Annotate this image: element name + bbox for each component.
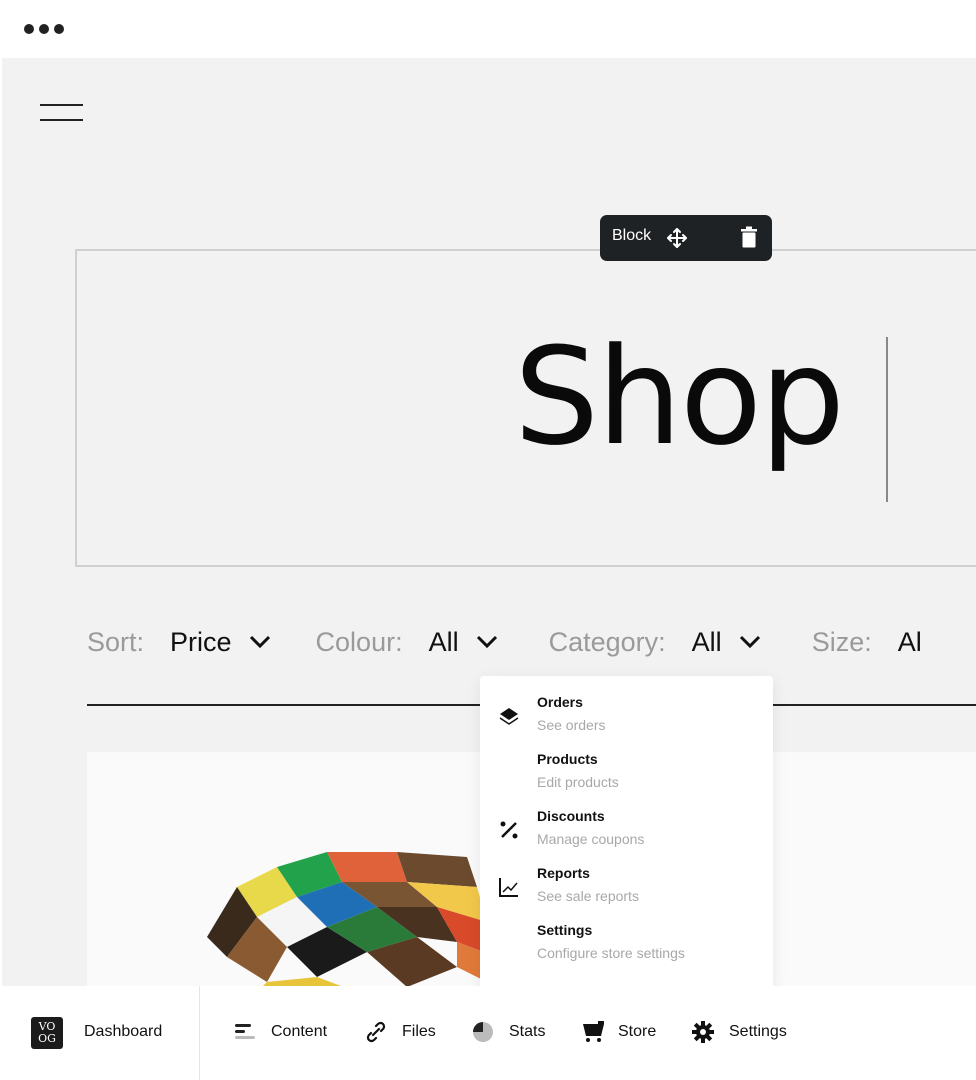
sort-label: Sort: (87, 626, 145, 657)
sort-select[interactable]: Price (170, 627, 232, 658)
hamburger-icon[interactable] (40, 102, 84, 122)
colour-select[interactable]: All (429, 627, 459, 658)
percent-icon (500, 821, 518, 839)
block-label: Block (612, 227, 652, 244)
store-dropdown-menu: Orders See orders Products Edit products… (480, 676, 773, 992)
size-label: Size: (811, 626, 872, 657)
gear-icon[interactable] (691, 1020, 715, 1044)
bottom-nav-bar: VO OG Dashboard Content Files Stats Stor… (0, 986, 976, 1080)
menu-item-subtitle: See orders (537, 717, 606, 733)
menu-item-settings[interactable]: Settings Configure store settings (480, 913, 773, 970)
nav-separator (199, 986, 200, 1080)
pie-chart-icon[interactable] (471, 1020, 495, 1044)
left-edge (0, 58, 2, 1080)
colour-label: Colour: (315, 626, 403, 657)
layers-icon (499, 708, 519, 725)
chevron-down-icon[interactable] (475, 634, 499, 650)
dashboard-link[interactable]: Dashboard (84, 1023, 162, 1041)
window-top-bar (0, 0, 976, 58)
menu-item-subtitle: Configure store settings (537, 945, 685, 961)
menu-item-subtitle: Manage coupons (537, 831, 645, 847)
size-select[interactable]: Al (898, 627, 922, 658)
content-lines-icon[interactable] (233, 1020, 257, 1044)
nav-stats[interactable]: Stats (509, 1023, 545, 1041)
menu-item-title: Products (537, 751, 598, 767)
nav-store[interactable]: Store (618, 1023, 656, 1041)
app-logo[interactable]: VO OG (31, 1017, 63, 1049)
category-label: Category: (548, 626, 666, 657)
paperclip-icon[interactable] (364, 1020, 388, 1044)
text-cursor (886, 337, 888, 502)
filter-bar: Sort: Price Colour: All Category: All Si… (87, 622, 922, 662)
chevron-down-icon[interactable] (738, 634, 762, 650)
menu-item-orders[interactable]: Orders See orders (480, 685, 773, 742)
block-toolbar: Block (600, 215, 772, 261)
nav-files[interactable]: Files (402, 1023, 436, 1041)
nav-settings[interactable]: Settings (729, 1023, 787, 1041)
cart-icon[interactable] (578, 1020, 606, 1044)
menu-item-title: Settings (537, 922, 593, 938)
menu-item-reports[interactable]: Reports See sale reports (480, 856, 773, 913)
menu-item-subtitle: Edit products (537, 774, 619, 790)
chevron-down-icon[interactable] (248, 634, 272, 650)
nav-content[interactable]: Content (271, 1023, 327, 1041)
trash-icon[interactable] (740, 226, 758, 248)
more-dots-icon[interactable] (24, 24, 64, 34)
chart-line-icon (499, 878, 518, 897)
menu-item-title: Discounts (537, 808, 605, 824)
menu-item-products[interactable]: Products Edit products (480, 742, 773, 799)
page-title[interactable]: Shop (514, 330, 845, 464)
menu-item-title: Orders (537, 694, 583, 710)
move-arrows-icon[interactable] (666, 227, 688, 249)
menu-item-subtitle: See sale reports (537, 888, 639, 904)
menu-item-discounts[interactable]: Discounts Manage coupons (480, 799, 773, 856)
menu-item-title: Reports (537, 865, 590, 881)
product-image[interactable] (197, 847, 497, 992)
category-select[interactable]: All (692, 627, 722, 658)
